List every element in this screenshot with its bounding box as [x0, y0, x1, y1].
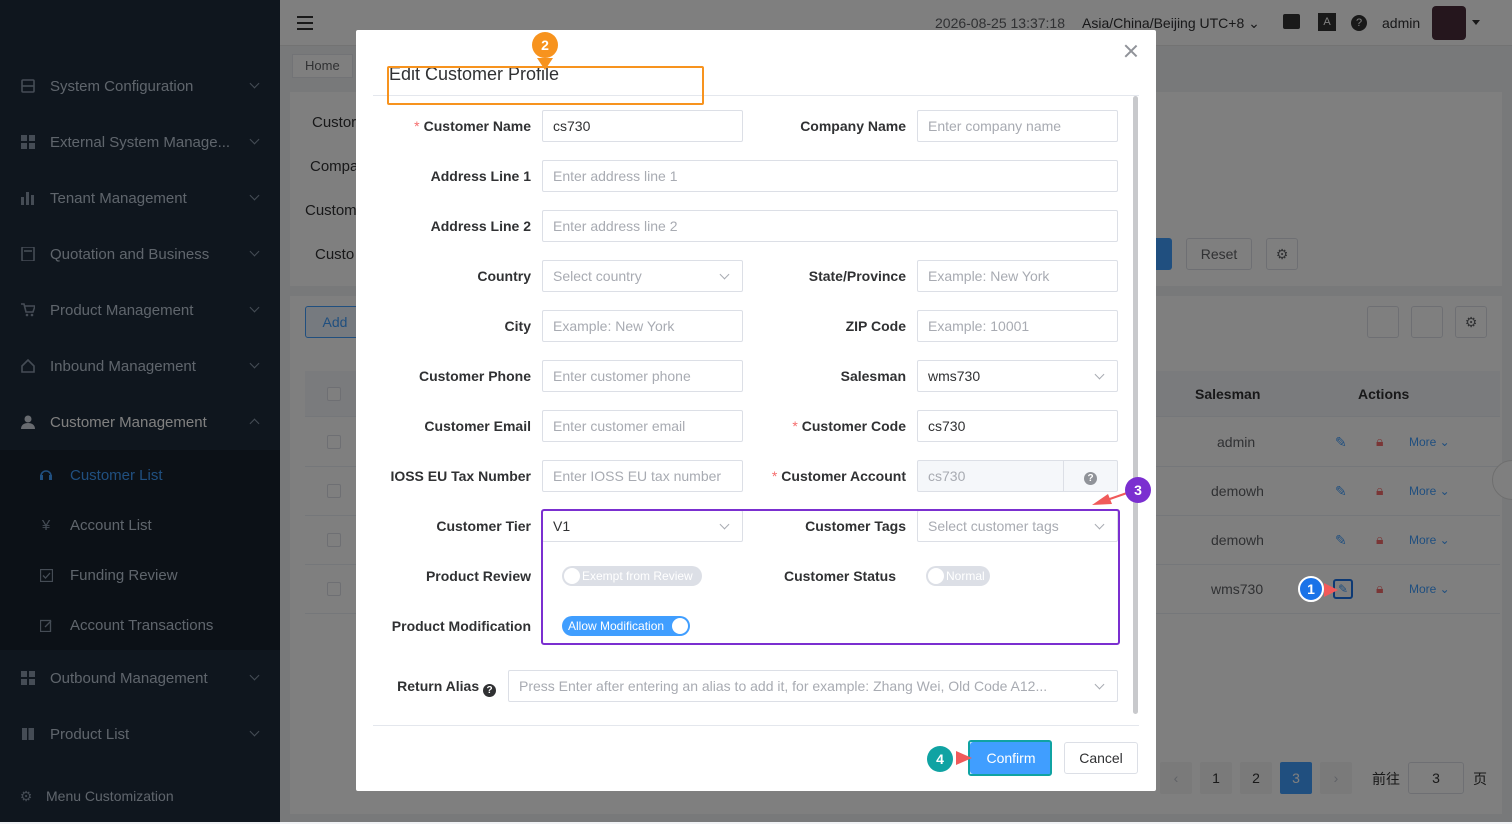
annotation-badge-2: 2	[532, 32, 558, 58]
annotation-badge-3: 3	[1125, 477, 1151, 503]
annotation-badge-4: 4	[927, 746, 953, 772]
annotation-badge-1: 1	[1298, 576, 1324, 602]
annotation-arrows	[537, 58, 1338, 765]
